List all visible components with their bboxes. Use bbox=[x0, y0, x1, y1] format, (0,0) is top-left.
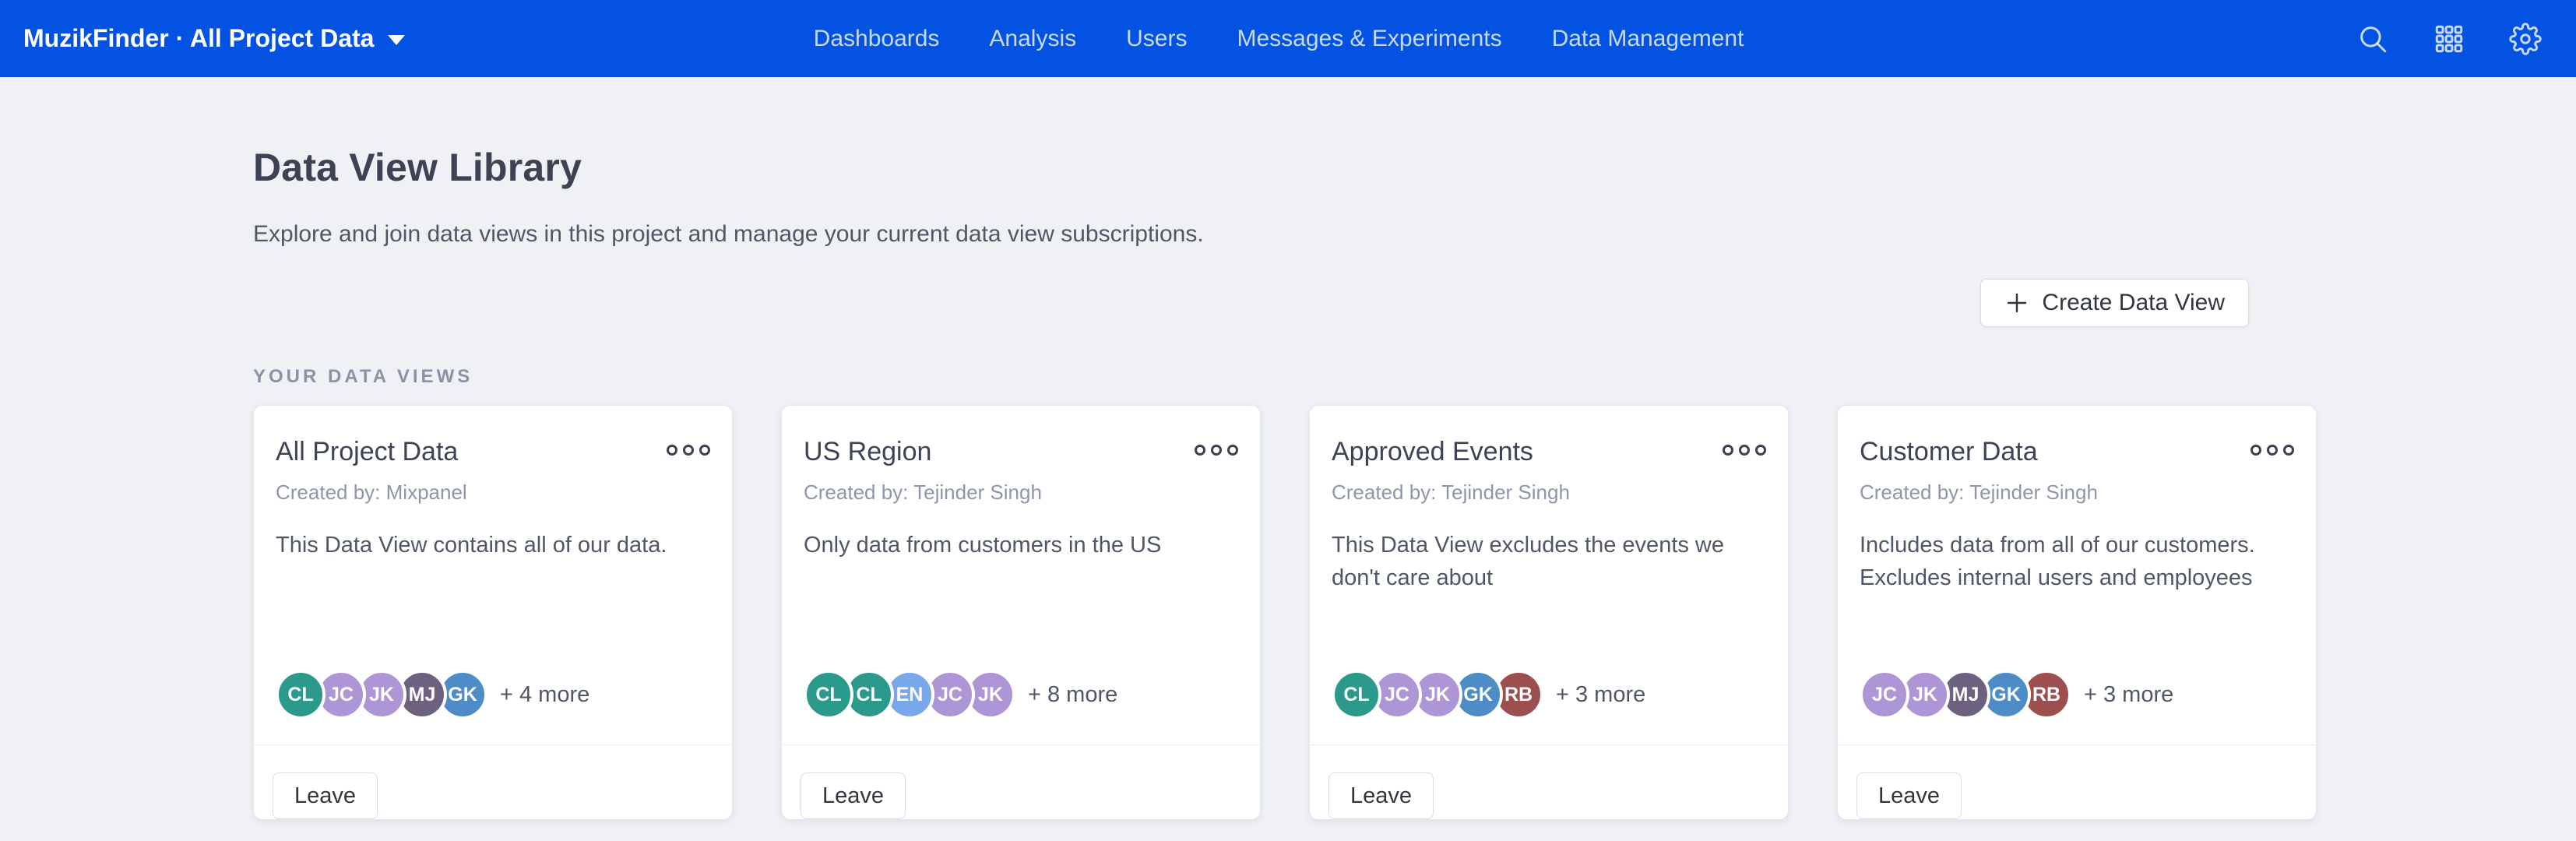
member-avatar: CL bbox=[1332, 670, 1381, 720]
data-view-card: US Region Created by: Tejinder Singh Onl… bbox=[781, 405, 1261, 820]
nav-item-analysis[interactable]: Analysis bbox=[989, 26, 1076, 52]
more-members-count: + 3 more bbox=[1556, 682, 1645, 708]
card-description: Includes data from all of our customers.… bbox=[1860, 529, 2294, 594]
nav-item-data-management[interactable]: Data Management bbox=[1552, 26, 1744, 52]
member-avatar: CL bbox=[276, 670, 326, 720]
nav-item-dashboards[interactable]: Dashboards bbox=[814, 26, 940, 52]
leave-button[interactable]: Leave bbox=[801, 772, 906, 819]
more-members-count: + 3 more bbox=[2084, 682, 2173, 708]
nav-menu: Dashboards Analysis Users Messages & Exp… bbox=[814, 0, 1744, 77]
card-created-by: Created by: Tejinder Singh bbox=[1860, 480, 2294, 505]
page-subtitle: Explore and join data views in this proj… bbox=[253, 221, 2317, 248]
member-avatar: JC bbox=[1860, 670, 1909, 720]
page-title: Data View Library bbox=[253, 145, 2317, 190]
member-avatars: CL JC JK GK RB + 3 more bbox=[1332, 670, 1766, 720]
settings-gear-icon[interactable] bbox=[2509, 23, 2542, 55]
create-data-view-label: Create Data View bbox=[2042, 290, 2225, 316]
member-avatars: CL JC JK MJ GK + 4 more bbox=[276, 670, 710, 720]
data-view-card: All Project Data Created by: Mixpanel Th… bbox=[253, 405, 733, 820]
member-avatars: JC JK MJ GK RB + 3 more bbox=[1860, 670, 2294, 720]
card-description: Only data from customers in the US bbox=[804, 529, 1238, 561]
search-icon[interactable] bbox=[2356, 23, 2389, 55]
leave-button[interactable]: Leave bbox=[273, 772, 378, 819]
plus-icon bbox=[2004, 290, 2029, 315]
card-title: Customer Data bbox=[1860, 437, 2038, 467]
more-members-count: + 8 more bbox=[1028, 682, 1117, 708]
apps-grid-icon[interactable] bbox=[2433, 23, 2465, 55]
create-data-view-button[interactable]: Create Data View bbox=[1980, 279, 2249, 327]
card-description: This Data View excludes the events we do… bbox=[1332, 529, 1766, 594]
project-switcher[interactable]: MuzikFinder · All Project Data bbox=[23, 24, 405, 53]
more-options-button[interactable] bbox=[662, 437, 710, 460]
card-title: Approved Events bbox=[1332, 437, 1533, 467]
more-options-button[interactable] bbox=[1718, 437, 1766, 460]
card-created-by: Created by: Mixpanel bbox=[276, 480, 710, 505]
top-nav: MuzikFinder · All Project Data Dashboard… bbox=[0, 0, 2576, 77]
member-avatar: CL bbox=[804, 670, 853, 720]
data-view-card: Customer Data Created by: Tejinder Singh… bbox=[1837, 405, 2317, 820]
chevron-down-icon bbox=[388, 35, 405, 45]
card-created-by: Created by: Tejinder Singh bbox=[1332, 480, 1766, 505]
data-view-card: Approved Events Created by: Tejinder Sin… bbox=[1309, 405, 1789, 820]
data-view-card-grid: All Project Data Created by: Mixpanel Th… bbox=[253, 405, 2317, 820]
main-content: Data View Library Explore and join data … bbox=[0, 145, 2576, 820]
card-title: All Project Data bbox=[276, 437, 458, 467]
card-created-by: Created by: Tejinder Singh bbox=[804, 480, 1238, 505]
member-avatars: CL CL EN JC JK + 8 more bbox=[804, 670, 1238, 720]
leave-button[interactable]: Leave bbox=[1328, 772, 1434, 819]
nav-icons bbox=[2356, 23, 2542, 55]
card-title: US Region bbox=[804, 437, 931, 467]
project-switcher-label: MuzikFinder · All Project Data bbox=[23, 24, 374, 53]
more-options-button[interactable] bbox=[1190, 437, 1238, 460]
nav-item-messages-experiments[interactable]: Messages & Experiments bbox=[1237, 26, 1501, 52]
nav-item-users[interactable]: Users bbox=[1126, 26, 1187, 52]
more-options-button[interactable] bbox=[2246, 437, 2294, 460]
more-members-count: + 4 more bbox=[500, 682, 589, 708]
card-description: This Data View contains all of our data. bbox=[276, 529, 710, 561]
section-label: YOUR DATA VIEWS bbox=[253, 366, 2317, 388]
leave-button[interactable]: Leave bbox=[1856, 772, 1962, 819]
